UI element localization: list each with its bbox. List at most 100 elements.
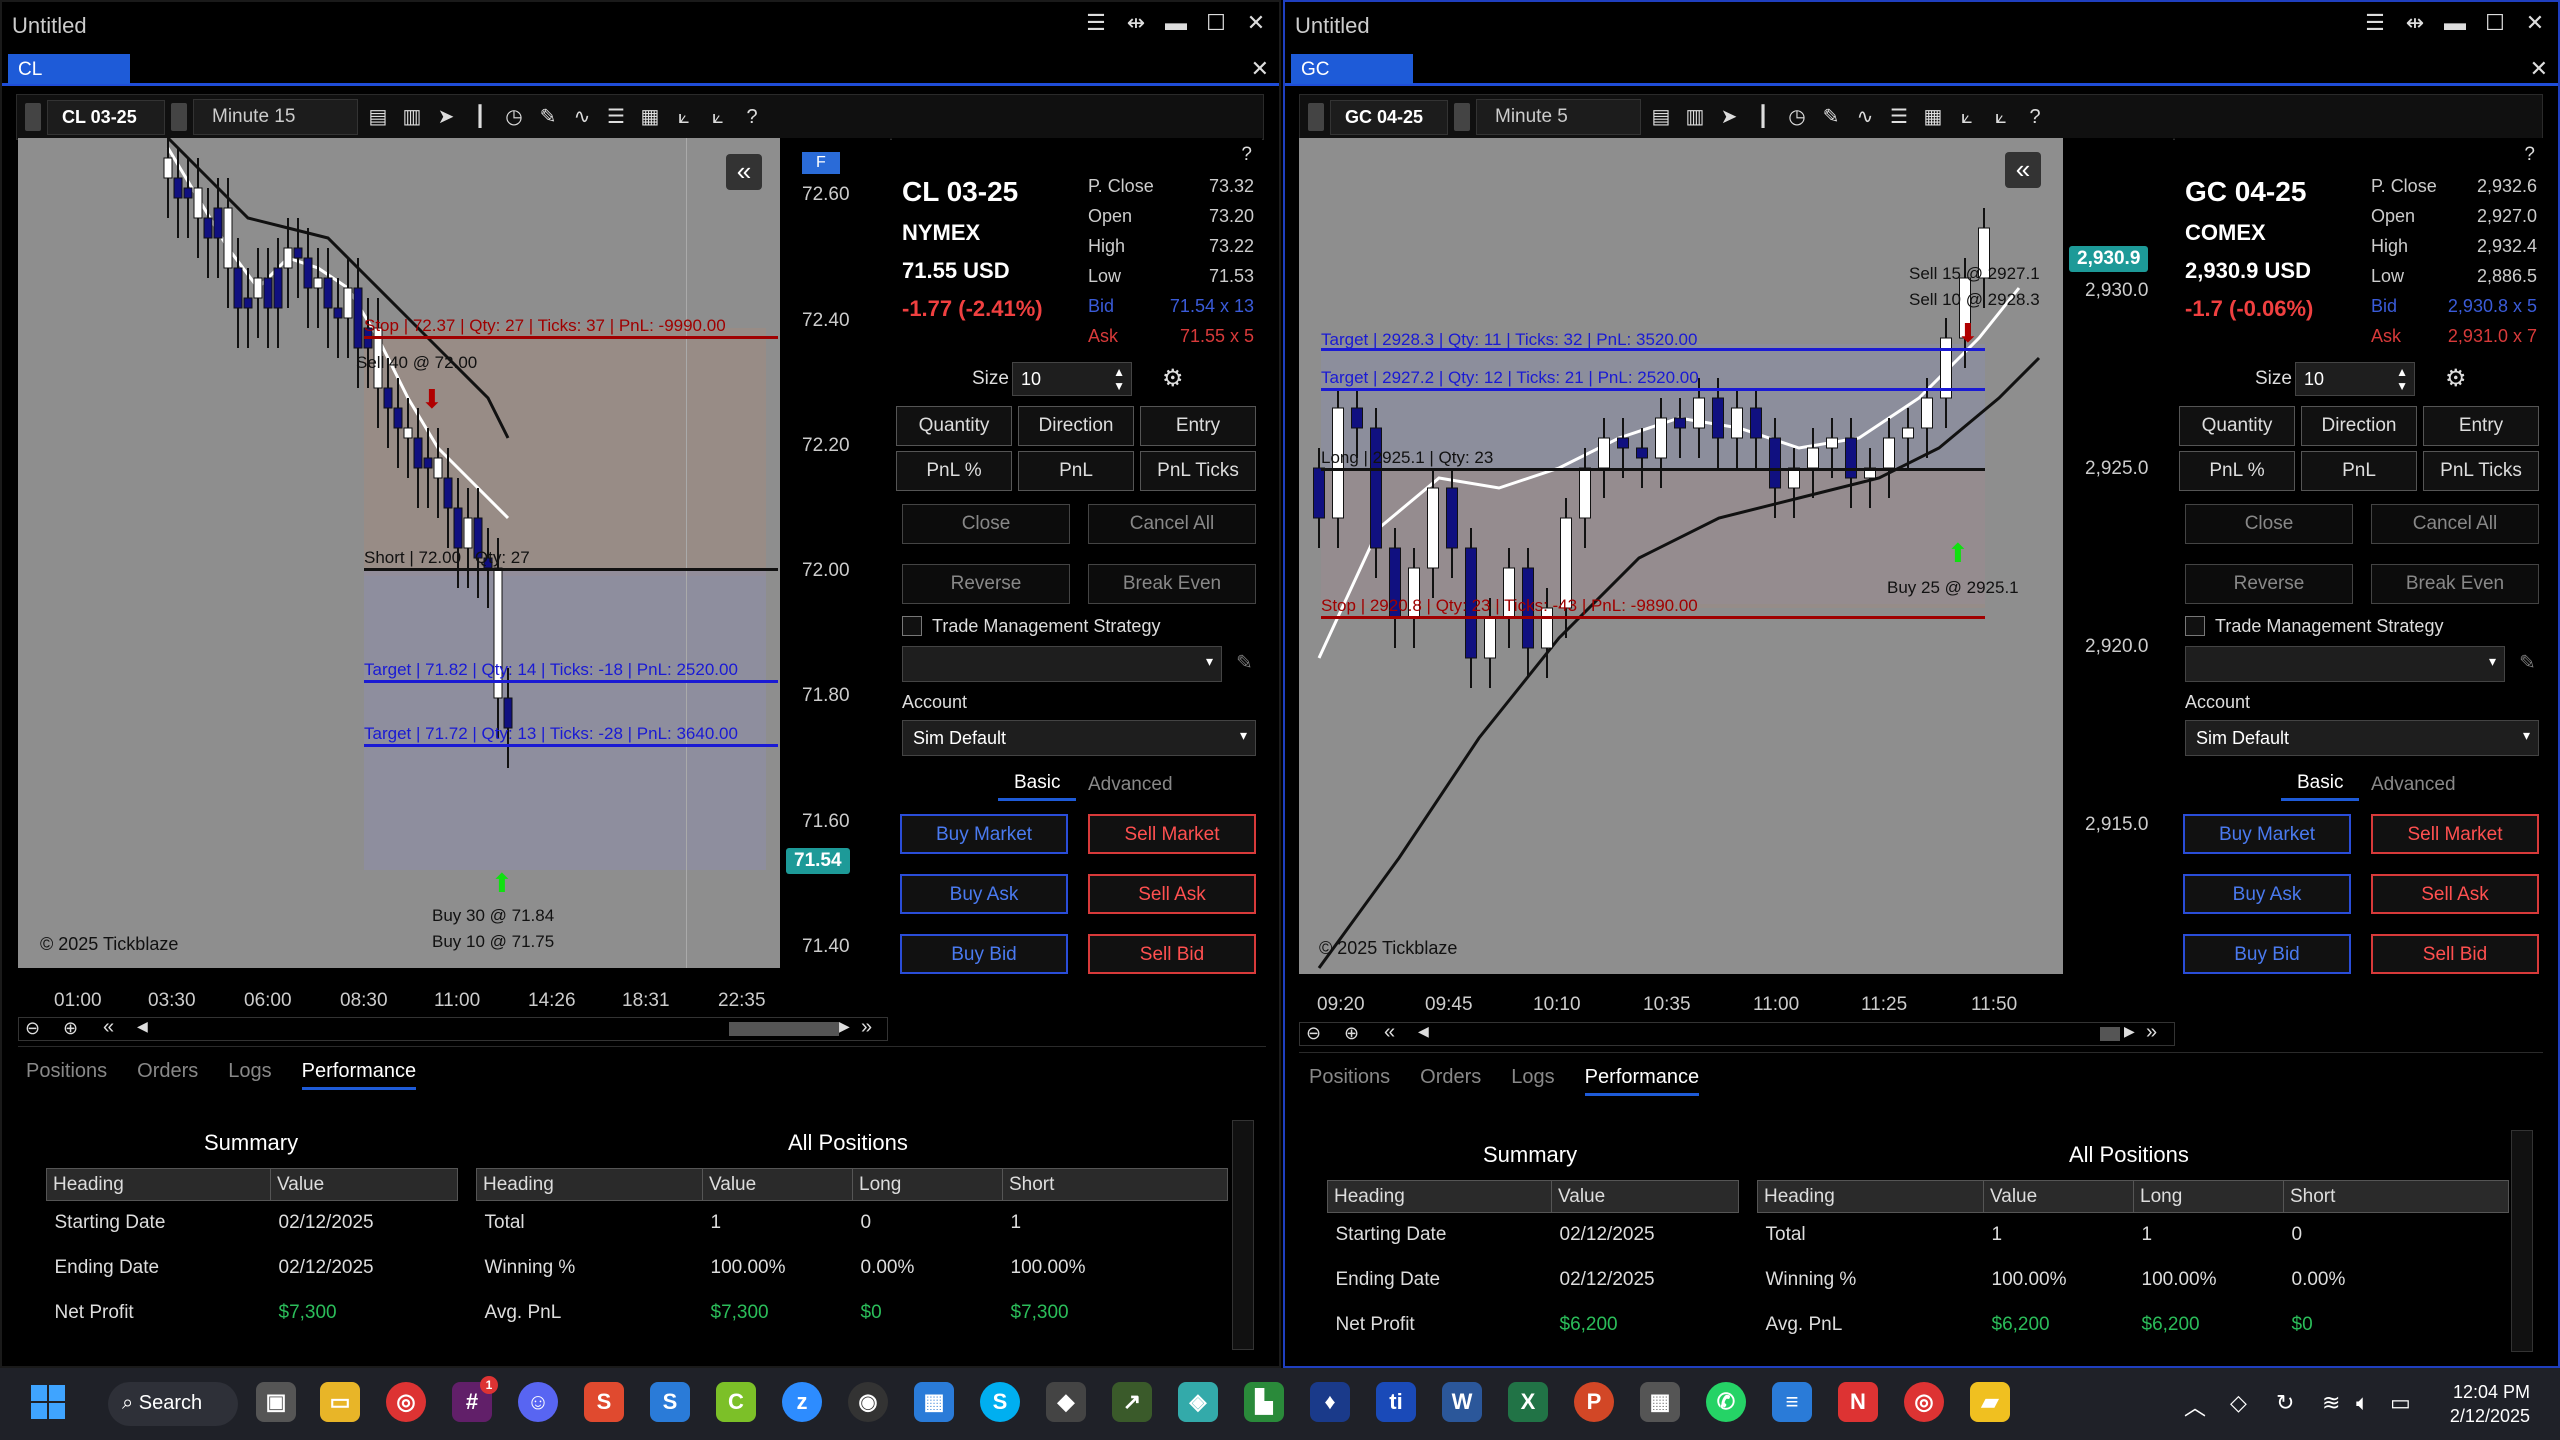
break-even-button[interactable]: Break Even: [1088, 564, 1256, 604]
indicator-icon[interactable]: ∿: [1851, 103, 1879, 131]
file-explorer-icon[interactable]: ▭: [320, 1382, 360, 1422]
skype-icon[interactable]: S: [980, 1382, 1020, 1422]
layout-icon[interactable]: ▤: [364, 103, 392, 131]
close-tab-icon[interactable]: ✕: [1251, 56, 1269, 82]
zoom-in-icon[interactable]: ⊕: [63, 1018, 78, 1039]
direction-button[interactable]: Direction: [2301, 406, 2417, 446]
calculator-icon[interactable]: ▦: [1640, 1382, 1680, 1422]
performance-scrollbar[interactable]: [1232, 1120, 1254, 1350]
break-even-button[interactable]: Break Even: [2371, 564, 2539, 604]
powerpoint-icon[interactable]: P: [1574, 1382, 1614, 1422]
chrome-icon[interactable]: ◎: [386, 1382, 426, 1422]
ti-icon[interactable]: ti: [1376, 1382, 1416, 1422]
sell-market-button[interactable]: Sell Market: [2371, 814, 2539, 854]
sell-ask-button[interactable]: Sell Ask: [2371, 874, 2539, 914]
stop-line[interactable]: [1321, 616, 1985, 619]
clock-icon[interactable]: ◷: [500, 103, 528, 131]
app-s-icon[interactable]: S: [650, 1382, 690, 1422]
sell-ask-button[interactable]: Sell Ask: [1088, 874, 1256, 914]
chart-app-icon[interactable]: ▙: [1244, 1382, 1284, 1422]
buy-ask-button[interactable]: Buy Ask: [2183, 874, 2351, 914]
pnl-ticks-button[interactable]: PnL Ticks: [2423, 451, 2539, 491]
performance-scrollbar[interactable]: [2511, 1130, 2533, 1352]
account-dropdown[interactable]: Sim Default ▾: [2185, 720, 2539, 756]
pnl-percent-button[interactable]: PnL %: [2179, 451, 2295, 491]
pnl-percent-button[interactable]: PnL %: [896, 451, 1012, 491]
price-axis[interactable]: 2,930.0 2,925.0 2,920.0 2,915.0 2,930.9: [2063, 138, 2173, 974]
size-input[interactable]: 10 ▲ ▼: [1012, 362, 1132, 396]
help-icon[interactable]: ?: [738, 103, 766, 131]
slack-icon[interactable]: #1: [452, 1376, 498, 1422]
ninjatrader-icon[interactable]: N: [1838, 1382, 1878, 1422]
zoom-out-icon[interactable]: ⊖: [25, 1018, 40, 1039]
stop-line[interactable]: [364, 336, 778, 339]
tab-basic[interactable]: Basic: [998, 772, 1077, 801]
tab-orders[interactable]: Orders: [1420, 1066, 1481, 1096]
tab-performance[interactable]: Performance: [1584, 1066, 1700, 1096]
zoom-out-icon[interactable]: ⊖: [1306, 1023, 1321, 1044]
github-icon[interactable]: ◉: [848, 1382, 888, 1422]
close-position-button[interactable]: Close: [902, 504, 1070, 544]
gear-icon[interactable]: ⚙: [1162, 364, 1184, 393]
tab-positions[interactable]: Positions: [26, 1060, 107, 1090]
pnl-button[interactable]: PnL: [2301, 451, 2417, 491]
pin-icon[interactable]: ⇹: [1123, 10, 1149, 36]
tab-logs[interactable]: Logs: [1511, 1066, 1554, 1096]
tab-logs[interactable]: Logs: [228, 1060, 271, 1090]
drawing-icon[interactable]: ⟀: [670, 103, 698, 131]
cursor-icon[interactable]: ➤: [1715, 103, 1743, 131]
f-button[interactable]: F: [802, 152, 840, 174]
buy-ask-button[interactable]: Buy Ask: [900, 874, 1068, 914]
notepad-icon[interactable]: ≡: [1772, 1382, 1812, 1422]
chart-scrollbar[interactable]: ⊖ ⊕ « ◀ ▶ »: [1299, 1021, 2175, 1046]
list-icon[interactable]: ☰: [602, 103, 630, 131]
camtasia-icon[interactable]: C: [716, 1382, 756, 1422]
cursor-icon[interactable]: ➤: [432, 103, 460, 131]
short-position-line[interactable]: [364, 568, 778, 571]
collapse-panel-icon[interactable]: «: [726, 154, 762, 190]
sell-bid-button[interactable]: Sell Bid: [2371, 934, 2539, 974]
window-titlebar[interactable]: Untitled ☰ ⇹ ▬ ☐ ✕: [1285, 2, 2558, 50]
size-input[interactable]: 10 ▲ ▼: [2295, 362, 2415, 396]
close-icon[interactable]: ✕: [1243, 10, 1269, 36]
tms-dropdown[interactable]: ▾: [902, 646, 1222, 682]
quantity-button[interactable]: Quantity: [2179, 406, 2295, 446]
tradingview-icon[interactable]: ↗: [1112, 1382, 1152, 1422]
tab-basic[interactable]: Basic: [2281, 772, 2360, 801]
template-icon[interactable]: ▦: [1919, 103, 1947, 131]
tab-orders[interactable]: Orders: [137, 1060, 198, 1090]
dropbox-icon[interactable]: ◇: [2230, 1390, 2247, 1416]
gear-icon[interactable]: ⚙: [2445, 364, 2467, 393]
target1-line[interactable]: [364, 680, 778, 683]
pencil-icon[interactable]: ✎: [1817, 103, 1845, 131]
edit-icon[interactable]: ✎: [1236, 650, 1253, 675]
price-chart[interactable]: Target | 2928.3 | Qty: 11 | Ticks: 32 | …: [1299, 138, 2063, 974]
scroll-left-icon[interactable]: ◀: [137, 1018, 148, 1035]
zoom-in-icon[interactable]: ⊕: [1344, 1023, 1359, 1044]
cancel-all-button[interactable]: Cancel All: [1088, 504, 1256, 544]
sticky-notes-icon[interactable]: ▰: [1970, 1382, 2010, 1422]
minimize-icon[interactable]: ▬: [1163, 10, 1189, 36]
pnl-button[interactable]: PnL: [1018, 451, 1134, 491]
calendar-icon[interactable]: ▦: [914, 1382, 954, 1422]
snagit-icon[interactable]: S: [584, 1382, 624, 1422]
entry-button[interactable]: Entry: [1140, 406, 1256, 446]
template-icon[interactable]: ▦: [636, 103, 664, 131]
zoom-icon[interactable]: z: [782, 1382, 822, 1422]
help-icon[interactable]: ?: [1241, 144, 1252, 166]
buy-market-button[interactable]: Buy Market: [2183, 814, 2351, 854]
drawing-more-icon[interactable]: ⟀: [1987, 103, 2015, 131]
scroll-end-icon[interactable]: »: [861, 1016, 872, 1039]
excel-icon[interactable]: X: [1508, 1382, 1548, 1422]
maximize-icon[interactable]: ☐: [2482, 10, 2508, 36]
tms-checkbox[interactable]: [902, 616, 922, 636]
reverse-button[interactable]: Reverse: [2185, 564, 2353, 604]
bars-icon[interactable]: ┃: [466, 103, 494, 131]
pin-icon[interactable]: ⇹: [2402, 10, 2428, 36]
clock-icon[interactable]: ◷: [1783, 103, 1811, 131]
quantity-button[interactable]: Quantity: [896, 406, 1012, 446]
edit-icon[interactable]: ✎: [2519, 650, 2536, 675]
tickblaze-icon[interactable]: ♦: [1310, 1382, 1350, 1422]
close-icon[interactable]: ✕: [2522, 10, 2548, 36]
word-icon[interactable]: W: [1442, 1382, 1482, 1422]
